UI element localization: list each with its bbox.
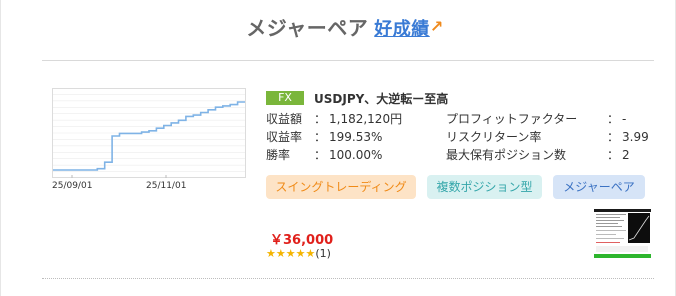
product-price: ￥36,000 <box>270 233 334 248</box>
stat-label: 収益額 <box>266 112 303 126</box>
stat-separator: ： <box>606 112 619 126</box>
chart-x-axis: 25/09/01 25/11/01 <box>52 181 246 195</box>
stat-value: 3.99 <box>622 130 649 144</box>
stat-separator: ： <box>313 148 326 162</box>
stat-separator: ： <box>606 130 619 144</box>
tag-major-pair[interactable]: メジャーペア <box>553 175 645 199</box>
stat-label: プロフィットファクター <box>446 112 578 126</box>
section-title: メジャーペア <box>246 16 369 40</box>
stat-profit-factor: プロフィットファクター ： - <box>446 110 626 127</box>
stat-value: 1,182,120円 <box>329 112 403 126</box>
stat-label: リスクリターン率 <box>446 130 542 144</box>
stat-label: 収益率 <box>266 130 303 144</box>
panel-left-border <box>0 0 1 296</box>
backtest-thumbnail-image[interactable] <box>594 208 651 260</box>
stat-profit-amount: 収益額 ： 1,182,120円 <box>266 110 402 127</box>
star-rating-icon: ★★★★★ <box>266 247 316 260</box>
product-header: FX USDJPY、大逆転ー至高 <box>266 90 448 106</box>
stat-label: 最大保有ポジション数 <box>446 148 567 162</box>
stat-value: 100.00% <box>329 148 383 162</box>
stat-value: 199.53% <box>329 130 383 144</box>
stat-separator: ： <box>606 148 619 162</box>
category-tag: FX <box>266 91 304 105</box>
product-rating[interactable]: ★★★★★(1) <box>266 247 331 260</box>
review-count: (1) <box>315 247 331 260</box>
tag-multi-position[interactable]: 複数ポジション型 <box>427 175 542 199</box>
x-tick-label: 25/11/01 <box>146 181 187 191</box>
performance-chart[interactable] <box>52 88 246 178</box>
up-arrow-icon: ↗ <box>429 17 444 36</box>
stat-separator: ： <box>313 112 326 126</box>
stat-risk-return: リスクリターン率 ： 3.99 <box>446 128 649 145</box>
good-performance-link[interactable]: 好成績 ↗ <box>374 17 443 40</box>
good-performance-label: 好成績 <box>374 19 430 40</box>
section-heading: メジャーペア 好成績 ↗ <box>0 12 676 41</box>
ea-ranking-panel: メジャーペア 好成績 ↗ 25/09/01 25/11/01 FX USDJPY、大… <box>0 0 676 296</box>
stat-label: 勝率 <box>266 148 291 162</box>
stat-value: 2 <box>622 148 630 162</box>
x-tick-label: 25/09/01 <box>52 181 93 191</box>
stat-value: - <box>622 112 627 126</box>
stat-profit-rate: 収益率 ： 199.53% <box>266 128 382 145</box>
section-divider <box>42 60 654 61</box>
tag-swing-trading[interactable]: スイングトレーディング <box>266 175 416 199</box>
stat-max-positions: 最大保有ポジション数 ： 2 <box>446 146 630 163</box>
stat-separator: ： <box>313 130 326 144</box>
stat-win-rate: 勝率 ： 100.00% <box>266 146 382 163</box>
product-title-link[interactable]: USDJPY、大逆転ー至高 <box>314 90 448 107</box>
item-divider <box>42 278 654 279</box>
